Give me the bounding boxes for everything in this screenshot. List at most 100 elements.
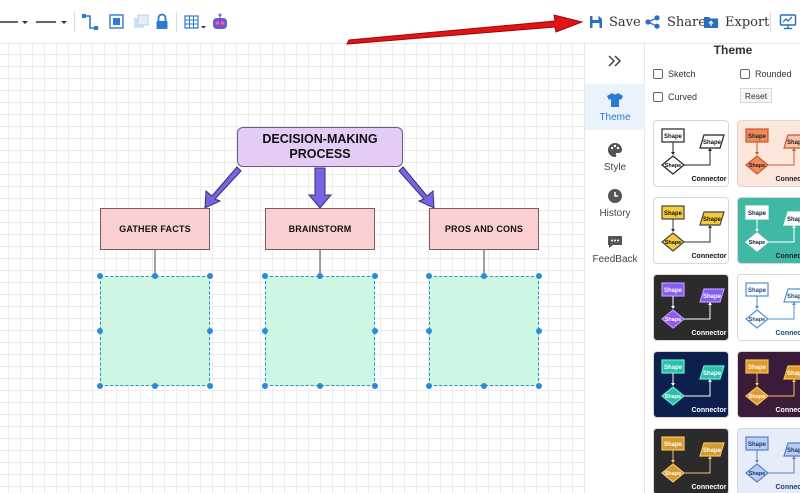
brainstorm-node[interactable]: BRAINSTORM [265, 208, 375, 250]
thumb-connector-label: Connector [776, 407, 800, 414]
resize-handle[interactable] [97, 273, 103, 279]
right-icon-bar: Theme Style History FeedBack [584, 44, 645, 493]
resize-handle[interactable] [152, 383, 158, 389]
resize-handle[interactable] [536, 273, 542, 279]
share-button[interactable]: Share [645, 11, 706, 33]
app-window: Save Share Export DECISION-MAKING PROCES… [0, 0, 800, 493]
thumb-shape-label: Shape [749, 394, 766, 400]
thumb-shape-label: Shape [703, 448, 722, 454]
shirt-icon [607, 92, 623, 107]
ai-robot-icon[interactable] [210, 11, 230, 33]
theme-thumbnail[interactable]: Shape Shape Shape Connector [737, 197, 800, 264]
theme-panel: Theme Sketch Rounded Curved Reset Shape S… [645, 44, 800, 493]
connector-layer [154, 166, 485, 276]
line-style-dropdown[interactable] [0, 12, 30, 32]
resize-handle[interactable] [426, 328, 432, 334]
resize-handle[interactable] [262, 383, 268, 389]
thumb-connector-label: Connector [692, 407, 727, 414]
pros-and-cons-node[interactable]: PROS AND CONS [429, 208, 539, 250]
diagram-canvas[interactable]: DECISION-MAKING PROCESS GATHER FACTS BRA… [0, 44, 584, 493]
lock-icon[interactable] [154, 12, 170, 32]
theme-thumbnail[interactable]: Shape Shape Shape Connector [737, 120, 800, 187]
resize-handle[interactable] [97, 328, 103, 334]
theme-thumbnail[interactable]: Shape Shape Shape Connector [653, 351, 729, 418]
thumb-connector-label: Connector [776, 253, 800, 260]
thumb-shape-label: Shape [787, 294, 800, 300]
sidebar-item-style[interactable]: Style [585, 134, 645, 180]
resize-handle[interactable] [481, 383, 487, 389]
title-node[interactable]: DECISION-MAKING PROCESS [237, 127, 403, 167]
resize-handle[interactable] [262, 328, 268, 334]
thumb-connector-label: Connector [692, 484, 727, 491]
collapse-panel-button[interactable] [585, 46, 645, 76]
thumb-shape-label: Shape [664, 365, 683, 371]
palette-icon [608, 142, 622, 157]
export-button[interactable]: Export [703, 11, 769, 33]
resize-handle[interactable] [207, 328, 213, 334]
thumb-shape-label: Shape [748, 442, 767, 448]
gather-facts-node[interactable]: GATHER FACTS [100, 208, 210, 250]
sidebar-item-label: Theme [599, 111, 631, 123]
connector-type-icon[interactable] [80, 12, 102, 32]
thumb-shape-label: Shape [749, 163, 766, 169]
resize-handle[interactable] [426, 273, 432, 279]
export-icon [704, 17, 718, 28]
resize-handle[interactable] [536, 328, 542, 334]
theme-thumbnail[interactable]: Shape Shape Shape Connector [653, 274, 729, 341]
resize-handle[interactable] [372, 383, 378, 389]
resize-handle[interactable] [97, 383, 103, 389]
thumb-shape-label: Shape [787, 217, 800, 223]
save-button[interactable]: Save [589, 11, 641, 33]
rounded-option[interactable]: Rounded [740, 69, 792, 79]
send-back-icon[interactable] [132, 12, 150, 32]
thumb-shape-label: Shape [703, 371, 722, 377]
arrow-to-gather-facts [204, 166, 242, 209]
thumb-shape-label: Shape [787, 448, 800, 454]
theme-thumbnail[interactable]: Shape Shape Shape Connector [653, 197, 729, 264]
double-chevron-right-icon [608, 55, 622, 67]
resize-handle[interactable] [207, 273, 213, 279]
resize-handle[interactable] [152, 273, 158, 279]
theme-thumbnail[interactable]: Shape Shape Shape Connector [653, 120, 729, 187]
resize-handle[interactable] [207, 383, 213, 389]
thumb-shape-label: Shape [665, 163, 682, 169]
thumb-shape-label: Shape [664, 288, 683, 294]
sidebar-item-history[interactable]: History [585, 180, 645, 226]
rounded-checkbox[interactable] [740, 69, 750, 79]
line-weight-dropdown[interactable] [34, 12, 70, 32]
curved-option[interactable]: Curved [653, 92, 697, 102]
resize-handle[interactable] [536, 383, 542, 389]
theme-thumbnail[interactable]: Shape Shape Shape Connector [737, 274, 800, 341]
bring-front-icon[interactable] [108, 12, 126, 32]
theme-thumbnail[interactable]: Shape Shape Shape Connector [653, 428, 729, 493]
curved-checkbox[interactable] [653, 92, 663, 102]
table-icon[interactable] [183, 12, 207, 32]
resize-handle[interactable] [262, 273, 268, 279]
sketch-checkbox[interactable] [653, 69, 663, 79]
selected-box[interactable] [97, 273, 213, 389]
reset-button[interactable]: Reset [740, 88, 772, 103]
resize-handle[interactable] [426, 383, 432, 389]
thumb-shape-label: Shape [703, 294, 722, 300]
selected-box[interactable] [262, 273, 378, 389]
thumb-shape-label: Shape [664, 211, 683, 217]
resize-handle[interactable] [317, 383, 323, 389]
sidebar-item-feedback[interactable]: FeedBack [585, 226, 645, 272]
resize-handle[interactable] [481, 273, 487, 279]
arrow-to-brainstorm [307, 167, 333, 209]
sidebar-item-theme[interactable]: Theme [585, 84, 645, 130]
panel-title: Theme [713, 43, 753, 57]
present-icon[interactable] [779, 12, 797, 32]
selected-box[interactable] [426, 273, 542, 389]
resize-handle[interactable] [317, 273, 323, 279]
thumb-connector-label: Connector [776, 484, 800, 491]
toolbar-divider [74, 12, 75, 32]
share-icon [645, 15, 660, 29]
theme-thumbnail[interactable]: Shape Shape Shape Connector [737, 351, 800, 418]
theme-thumbnail[interactable]: Shape Shape Shape Connector [737, 428, 800, 493]
thumb-connector-label: Connector [776, 176, 800, 183]
sketch-option[interactable]: Sketch [653, 69, 696, 79]
thumb-shape-label: Shape [703, 140, 722, 146]
resize-handle[interactable] [372, 328, 378, 334]
resize-handle[interactable] [372, 273, 378, 279]
